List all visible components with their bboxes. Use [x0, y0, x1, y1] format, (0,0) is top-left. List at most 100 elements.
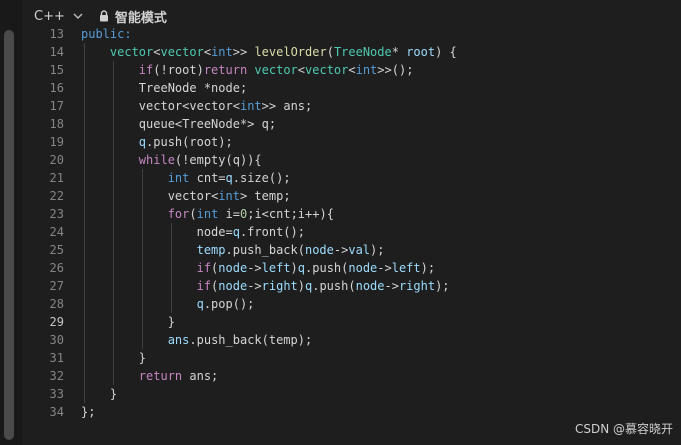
code-line[interactable]: 20 while(!empty(q)){	[22, 151, 681, 169]
code-token: .size();	[232, 171, 291, 185]
code-token: *> q;	[239, 117, 277, 131]
code-token: (!empty(q)){	[174, 153, 262, 167]
code-text: }	[81, 385, 117, 403]
code-token: TreeNode	[333, 45, 392, 59]
line-number: 26	[49, 261, 64, 275]
code-token: int	[196, 207, 219, 221]
code-token: ans;	[182, 369, 219, 383]
code-token: );	[370, 243, 385, 257]
code-text: vector<vector<int>> levelOrder(TreeNode*…	[81, 43, 457, 61]
code-token: val	[348, 243, 371, 257]
code-token: vector	[81, 45, 154, 59]
code-area[interactable]: 13 public: 14 vector<vector<int>> levelOrd…	[22, 27, 681, 445]
code-token: .push(root);	[146, 135, 233, 149]
language-select[interactable]: C++	[34, 9, 83, 24]
code-line[interactable]: 25 temp.push_back(node->val);	[22, 241, 681, 259]
code-token: >>	[232, 45, 255, 59]
code-line[interactable]: 34};	[22, 403, 681, 421]
code-token: ->	[377, 261, 392, 275]
code-token: int	[167, 171, 190, 185]
code-token: <	[203, 45, 212, 59]
code-token: right	[261, 279, 298, 293]
code-token: return	[138, 369, 183, 383]
code-text: temp.push_back(node->val);	[81, 241, 385, 259]
line-number: 30	[49, 333, 64, 347]
code-token: q	[196, 297, 204, 311]
code-token: (!root)	[153, 63, 204, 77]
code-token: left	[391, 261, 421, 275]
code-text: q.pop();	[81, 295, 255, 313]
code-line[interactable]: 23 for(int i=0;i<cnt;i++){	[22, 205, 681, 223]
line-number: 23	[49, 207, 64, 221]
code-text: int cnt=q.size();	[81, 169, 291, 187]
line-number: 18	[49, 117, 64, 131]
code-token: vector	[189, 99, 233, 113]
smart-mode-indicator[interactable]: 智能模式	[99, 7, 167, 26]
code-token: ->	[384, 279, 399, 293]
code-token: while	[138, 153, 175, 167]
code-token: );	[435, 279, 450, 293]
code-text: node=q.front();	[81, 223, 305, 241]
code-line[interactable]: 15 if(!root)return vector<vector<int>>()…	[22, 61, 681, 79]
code-line[interactable]: 17 vector<vector<int>> ans;	[22, 97, 681, 115]
code-token: )	[290, 261, 298, 275]
code-token: .push_back(	[225, 243, 305, 257]
code-token: cnt=	[189, 171, 226, 185]
scrollbar-thumb[interactable]	[4, 30, 14, 440]
line-number: 25	[49, 243, 64, 257]
code-token: }	[81, 315, 175, 329]
code-line[interactable]: 22 vector<int> temp;	[22, 187, 681, 205]
code-line[interactable]: 28 q.pop();	[22, 295, 681, 313]
code-line[interactable]: 24 node=q.front();	[22, 223, 681, 241]
code-token: q	[232, 225, 240, 239]
code-line[interactable]: 16 TreeNode *node;	[22, 79, 681, 97]
line-number: 29	[49, 315, 64, 329]
code-text: TreeNode *node;	[81, 79, 247, 97]
code-line[interactable]: 27 if(node->right)q.push(node->right);	[22, 277, 681, 295]
code-token: (	[326, 45, 334, 59]
code-line[interactable]: 13 public:	[22, 27, 681, 43]
code-text: };	[81, 403, 95, 421]
code-line[interactable]: 18 queue<TreeNode*> q;	[22, 115, 681, 133]
code-line[interactable]: 19 q.push(root);	[22, 133, 681, 151]
code-line[interactable]: 21 int cnt=q.size();	[22, 169, 681, 187]
vertical-scrollbar[interactable]	[0, 0, 22, 445]
code-token: temp	[196, 243, 226, 257]
code-token: <	[297, 63, 306, 77]
code-text: if(!root)return vector<vector<int>>();	[81, 61, 414, 79]
code-line[interactable]: 26 if(node->left)q.push(node->left);	[22, 259, 681, 277]
code-token: right	[398, 279, 436, 293]
code-token: );	[420, 261, 436, 275]
code-token: node=	[196, 225, 233, 239]
code-token: return	[203, 63, 248, 77]
code-text: return ans;	[81, 367, 218, 385]
code-token: TreeNode	[182, 117, 240, 131]
line-number: 16	[49, 81, 64, 95]
code-line[interactable]: 33 }	[22, 385, 681, 403]
code-token: *node;	[196, 81, 248, 95]
code-token: .push(	[305, 261, 349, 275]
code-token: <	[348, 63, 356, 77]
code-editor-window: C++ 智能模式 13 public: 14 vector < vector < int >>…	[0, 0, 681, 445]
code-line[interactable]: 14 vector<vector<int>> levelOrder(TreeNo…	[22, 43, 681, 61]
code-token: int	[239, 99, 262, 113]
code-text: while(!empty(q)){	[81, 151, 262, 169]
code-line[interactable]: 29 }	[22, 313, 681, 331]
code-token: node	[348, 261, 378, 275]
code-token: for	[167, 207, 190, 221]
code-line[interactable]: 32 return ans;	[22, 367, 681, 385]
code-token: .front();	[239, 225, 305, 239]
code-token: ->	[333, 243, 349, 257]
code-line[interactable]: 31 }	[22, 349, 681, 367]
line-number: 14	[49, 45, 64, 59]
language-label: C++	[34, 8, 65, 24]
code-line[interactable]: 30 ans.push_back(temp);	[22, 331, 681, 349]
code-token: ->	[247, 279, 262, 293]
code-token: }	[81, 351, 147, 365]
code-token: root	[406, 45, 436, 59]
